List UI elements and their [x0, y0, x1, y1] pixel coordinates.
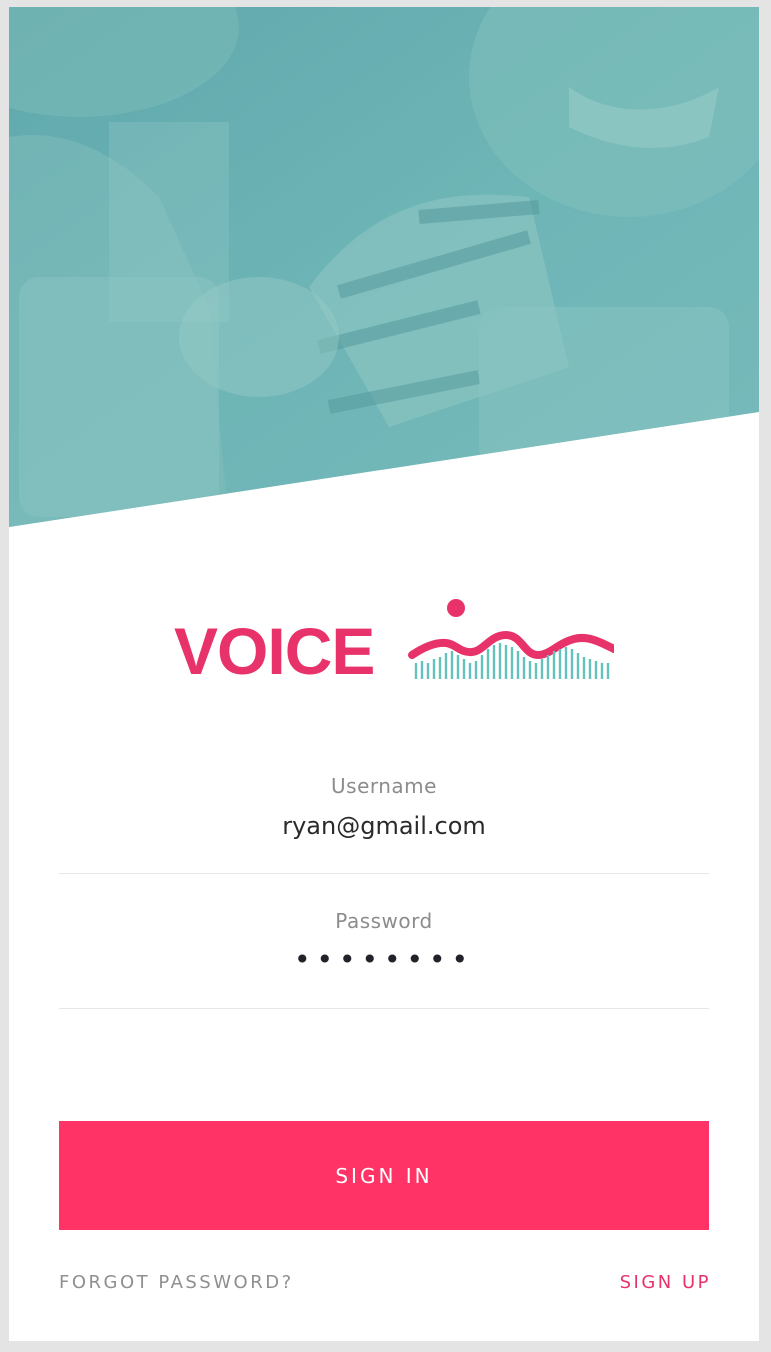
forgot-password-link[interactable]: FORGOT PASSWORD? [59, 1272, 294, 1293]
sign-up-link[interactable]: SIGN UP [620, 1272, 711, 1293]
hero-image [9, 7, 759, 527]
username-divider [59, 873, 709, 874]
password-field[interactable]: Password •••••••• [59, 909, 709, 976]
password-divider [59, 1008, 709, 1009]
username-input[interactable]: ryan@gmail.com [59, 812, 709, 840]
password-label: Password [335, 909, 433, 933]
username-field[interactable]: Username ryan@gmail.com [59, 774, 709, 840]
voice-wave-icon [408, 599, 614, 679]
login-screen: VOICE Username ryan@gmail.com Password •… [9, 7, 759, 1341]
sign-in-button[interactable]: SIGN IN [59, 1121, 709, 1230]
logo-wordmark: VOICE [174, 614, 374, 687]
password-input[interactable]: •••••••• [59, 943, 709, 976]
voiceim-logo: VOICE [174, 597, 614, 687]
username-label: Username [331, 774, 437, 798]
